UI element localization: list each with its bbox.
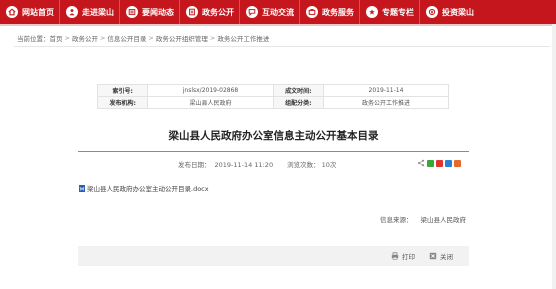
service-icon [306,6,318,18]
breadcrumb: 当前位置： 首页 > 政务公开 > 信息公开目录 > 政务公开组织管理 > 政务… [17,32,269,44]
scrollbar[interactable] [552,24,556,289]
nav-open[interactable]: 政务公开 [180,0,240,24]
publish-label: 发布日期： [178,161,211,169]
nav-interact[interactable]: 互动交流 [240,0,300,24]
action-bar: 打印 关闭 [78,246,469,266]
breadcrumb-divider [14,46,550,47]
breadcrumb-separator: > [99,34,106,42]
publish-meta: 发布日期： 2019-11-14 11:20 浏览次数： 10次 [178,159,340,169]
weibo-share-icon[interactable] [436,159,443,167]
breadcrumb-separator: > [148,34,154,42]
info-source: 信息来源： 梁山县人民政府 [380,214,466,224]
category-value: 政务公开工作推进 [322,96,450,109]
breadcrumb-prefix: 当前位置： [17,35,50,43]
news-icon [126,6,138,18]
source-value: 梁山县人民政府 [420,216,467,224]
nav-about[interactable]: 走进梁山 [60,0,120,24]
home-icon [6,6,18,18]
person-icon [66,6,78,18]
nav-topic-label: 专题专栏 [382,7,414,17]
breadcrumb-separator: > [64,34,70,42]
qq-share-icon[interactable] [445,159,452,167]
views-count: 10次 [321,161,337,169]
breadcrumb-item-home[interactable]: 首页 [50,33,63,43]
share-bar [417,159,461,167]
date-value: 2019-11-14 [322,84,450,97]
breadcrumb-item-current[interactable]: 政务公开工作推进 [217,33,269,43]
breadcrumb-item-org[interactable]: 政务公开组织管理 [156,33,208,43]
nav-topic[interactable]: 专题专栏 [360,0,420,24]
attachment-name: 梁山县人民政府办公室主动公开目录.docx [87,185,209,193]
close-icon [429,252,437,260]
page-title: 梁山县人民政府办公室信息主动公开基本目录 [168,130,379,142]
title-divider [78,151,469,152]
index-value: jnslsx/2019-02868 [147,84,274,97]
attachment-link[interactable]: 梁山县人民政府办公室主动公开目录.docx [79,183,209,193]
nav-open-label: 政务公开 [202,7,234,17]
share-icon[interactable] [417,159,425,167]
nav-service-label: 政务服务 [322,7,354,17]
category-label: 组配分类: [272,96,324,109]
table-row: 索引号: jnslsx/2019-02868 成文时间: 2019-11-14 [96,84,450,97]
nav-invest[interactable]: 投资梁山 [420,0,479,24]
table-row: 发布机构: 梁山县人民政府 组配分类: 政务公开工作推进 [96,96,450,109]
nav-home[interactable]: 网站首页 [0,0,60,24]
publish-date: 2019-11-14 11:20 [214,161,274,169]
breadcrumb-separator: > [209,34,216,42]
nav-service[interactable]: 政务服务 [300,0,360,24]
date-label: 成文时间: [272,84,324,97]
breadcrumb-item-catalog[interactable]: 信息公开目录 [107,33,146,43]
nav-about-label: 走进梁山 [82,7,114,17]
action-buttons: 打印 关闭 [377,251,453,261]
print-button[interactable]: 打印 [391,251,415,261]
qzone-share-icon[interactable] [454,159,461,167]
invest-icon [426,6,438,18]
nav-news[interactable]: 要闻动态 [120,0,180,24]
views-label: 浏览次数： [287,161,320,169]
nav-invest-label: 投资梁山 [442,7,474,17]
source-label: 信息来源： [380,216,413,224]
meta-line: 发布日期： 2019-11-14 11:20 浏览次数： 10次 [78,159,469,169]
wechat-share-icon[interactable] [427,159,434,167]
org-value: 梁山县人民政府 [147,96,274,109]
close-label: 关闭 [440,253,453,261]
info-table: 索引号: jnslsx/2019-02868 成文时间: 2019-11-14 … [96,84,450,109]
top-nav: 网站首页 走进梁山 要闻动态 政务公开 互动交流 政务服务 专题专栏 投资梁山 [0,0,556,24]
chat-icon [246,6,258,18]
open-icon [186,6,198,18]
org-label: 发布机构: [96,96,149,109]
nav-underline [0,24,556,26]
breadcrumb-item-open[interactable]: 政务公开 [72,33,98,43]
nav-home-label: 网站首页 [22,7,54,17]
word-file-icon [79,184,85,192]
close-button[interactable]: 关闭 [429,251,453,261]
index-label: 索引号: [96,84,149,97]
print-icon [391,252,399,260]
nav-interact-label: 互动交流 [262,7,294,17]
nav-news-label: 要闻动态 [142,7,174,17]
print-label: 打印 [402,253,415,261]
topic-icon [366,6,378,18]
